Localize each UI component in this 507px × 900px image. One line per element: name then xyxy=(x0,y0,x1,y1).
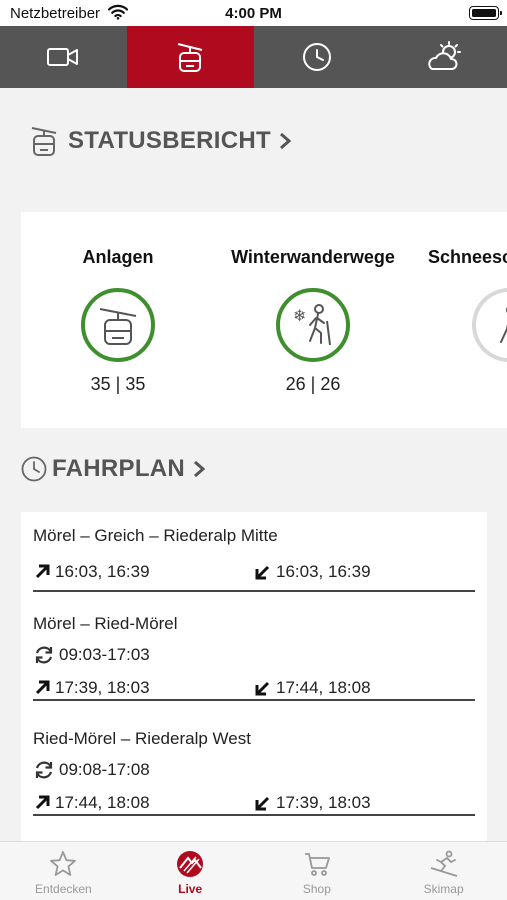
departure-row: 17:44, 18:08 17:39, 18:03 xyxy=(33,793,475,813)
departure-row: 16:03, 16:39 16:03, 16:39 xyxy=(33,562,475,582)
top-tab-bar xyxy=(0,26,507,88)
timetable-title: FAHRPLAN xyxy=(52,455,186,482)
tab-label: Shop xyxy=(302,882,331,896)
winter-hiker-icon: ❄ xyxy=(293,304,331,346)
svg-text:❄: ❄ xyxy=(293,306,306,325)
skier-icon xyxy=(430,850,457,877)
status-ring xyxy=(472,288,507,362)
route-name: Mörel – Greich – Riederalp Mitte xyxy=(33,526,278,545)
status-ring: ❄ xyxy=(276,288,350,362)
arrow-up-right-icon xyxy=(35,795,50,810)
status-item-title: Anlagen xyxy=(82,247,154,267)
weather-icon xyxy=(427,41,461,70)
tab-label: Live xyxy=(178,882,203,896)
interval-times: 09:08-17:08 xyxy=(59,760,150,779)
departure-down-times: 17:44, 18:08 xyxy=(276,678,371,697)
departure-up-times: 17:44, 18:08 xyxy=(55,793,150,812)
status-report-link[interactable]: STATUSBERICHT xyxy=(30,124,292,158)
cycle-icon xyxy=(35,761,53,779)
tab-shop[interactable]: Shop xyxy=(254,842,381,900)
arrow-down-left-icon xyxy=(255,565,270,580)
status-item-lifts[interactable]: Anlagen 35 | 35 xyxy=(23,212,213,395)
chevron-right-icon xyxy=(280,132,292,150)
departure-down-times: 16:03, 16:39 xyxy=(276,562,371,581)
timetable-card: Mörel – Greich – Riederalp Mitte 16:03, … xyxy=(21,512,487,852)
tab-label: Skimap xyxy=(423,882,464,896)
tab-discover[interactable]: Entdecken xyxy=(0,842,127,900)
status-item-title: Winterwanderwege xyxy=(231,247,395,267)
status-report-title: STATUSBERICHT xyxy=(68,127,272,154)
interval-times: 09:03-17:03 xyxy=(59,645,150,664)
timetable-route[interactable]: Ried-Mörel – Riederalp West 09:08-17:08 … xyxy=(33,729,475,816)
departure-up-times: 17:39, 18:03 xyxy=(55,678,150,697)
status-item-value: 4 xyxy=(402,374,507,395)
timetable-route[interactable]: Mörel – Ried-Mörel 09:03-17:03 17:39, 18… xyxy=(33,614,475,701)
live-icon xyxy=(177,851,204,877)
gondola-icon xyxy=(177,43,203,72)
status-item-winter-trails[interactable]: Winterwanderwege ❄ 26 | 26 xyxy=(218,212,408,395)
arrow-up-right-icon xyxy=(35,680,50,695)
status-ring xyxy=(81,288,155,362)
departure-row: 17:39, 18:03 17:44, 18:08 xyxy=(33,678,475,698)
status-item-snowshoe[interactable]: Schneesc 4 xyxy=(402,212,507,395)
arrow-down-left-icon xyxy=(255,796,270,811)
timetable-route[interactable]: Mörel – Greich – Riederalp Mitte 16:03, … xyxy=(33,526,475,592)
clock-icon xyxy=(302,43,331,71)
arrow-up-right-icon xyxy=(35,564,50,579)
status-item-value: 35 | 35 xyxy=(90,374,146,394)
cycle-icon xyxy=(35,646,53,664)
tab-weather[interactable] xyxy=(380,26,507,88)
star-icon xyxy=(50,851,77,876)
tab-skimap[interactable]: Skimap xyxy=(380,842,507,900)
route-name: Mörel – Ried-Mörel xyxy=(33,614,178,633)
tab-webcam[interactable] xyxy=(0,26,127,88)
interval-row: 09:03-17:03 xyxy=(33,644,475,666)
clock-time: 4:00 PM xyxy=(225,5,282,22)
route-name: Ried-Mörel – Riederalp West xyxy=(33,729,251,748)
battery-icon xyxy=(469,6,502,20)
status-item-value: 26 | 26 xyxy=(285,374,341,394)
gondola-icon xyxy=(99,308,137,345)
webcam-icon xyxy=(47,48,79,66)
timetable-link[interactable]: FAHRPLAN xyxy=(20,455,206,483)
status-item-title: Schneesc xyxy=(428,247,507,267)
gondola-icon xyxy=(31,127,57,156)
chevron-right-icon xyxy=(194,460,206,478)
tab-live[interactable]: Live xyxy=(127,842,254,900)
departure-up-times: 16:03, 16:39 xyxy=(55,562,150,581)
tab-label: Entdecken xyxy=(35,882,92,896)
clock-icon xyxy=(21,456,47,482)
status-bar: Netzbetreiber 4:00 PM xyxy=(0,0,507,26)
tab-lifts[interactable] xyxy=(126,26,254,88)
arrow-down-left-icon xyxy=(255,681,270,696)
snowshoe-icon xyxy=(500,307,507,343)
bottom-tab-bar: Entdecken Live Shop Skimap xyxy=(0,841,507,900)
status-carousel[interactable]: Anlagen 35 | 35 Winterwanderwege ❄ 26 | … xyxy=(21,212,507,428)
departure-down-times: 17:39, 18:03 xyxy=(276,793,371,812)
cart-icon xyxy=(304,853,330,876)
tab-timetable[interactable] xyxy=(254,26,381,88)
interval-row: 09:08-17:08 xyxy=(33,759,475,781)
